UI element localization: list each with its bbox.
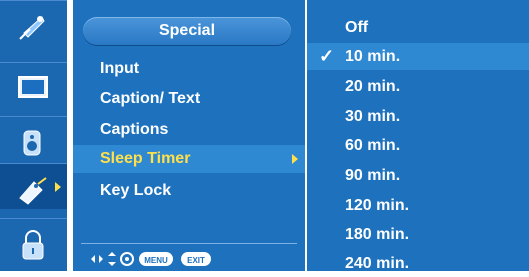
option-label: 120 min. — [345, 197, 410, 214]
menu-item-label: Input — [100, 60, 140, 77]
category-channel[interactable] — [0, 0, 67, 46]
exit-key-label: EXIT — [187, 256, 205, 265]
menu-item-label: Sleep Timer — [100, 150, 191, 167]
menu-item-caption-text[interactable]: Caption/ Text — [73, 85, 305, 113]
special-tag-icon — [19, 177, 47, 205]
screen-icon — [18, 76, 48, 98]
option-off[interactable]: Off — [307, 14, 529, 41]
option-60-min[interactable]: 60 min. — [307, 132, 529, 159]
sleep-timer-options-panel: Off ✓ 10 min. 20 min. 30 min. 60 min. 90… — [305, 0, 529, 272]
menu-key-label: MENU — [144, 256, 168, 265]
option-90-min[interactable]: 90 min. — [307, 162, 529, 189]
option-label: 90 min. — [345, 167, 401, 184]
option-label: 240 min. — [345, 255, 410, 272]
option-label: 10 min. — [345, 48, 401, 65]
category-special[interactable] — [0, 163, 67, 209]
category-lock[interactable] — [0, 218, 67, 264]
menu-help-bar: MENU EXIT — [89, 250, 219, 268]
submenu-arrow-icon — [292, 154, 298, 164]
menu-item-input[interactable]: Input — [73, 55, 305, 83]
left-right-arrows-icon — [91, 255, 103, 263]
special-menu-panel: Special Input Caption/ Text Captions Sle… — [73, 0, 305, 271]
ok-button-icon — [120, 252, 134, 266]
up-down-arrows-icon — [108, 252, 116, 266]
menu-item-key-lock[interactable]: Key Lock — [73, 177, 305, 205]
menu-item-label: Caption/ Text — [100, 90, 201, 107]
tv-osd-menu: Special Input Caption/ Text Captions Sle… — [0, 0, 529, 272]
option-30-min[interactable]: 30 min. — [307, 103, 529, 130]
lock-icon — [22, 230, 44, 260]
speaker-icon — [23, 130, 41, 156]
option-20-min[interactable]: 20 min. — [307, 73, 529, 100]
category-picture[interactable] — [0, 62, 67, 108]
satellite-icon — [19, 16, 45, 40]
option-120-min[interactable]: 120 min. — [307, 192, 529, 219]
option-label: 30 min. — [345, 108, 401, 125]
selected-category-arrow-icon — [55, 182, 61, 192]
category-icon-column — [0, 0, 67, 271]
menu-item-captions[interactable]: Captions — [73, 116, 305, 144]
menu-item-sleep-timer[interactable]: Sleep Timer — [73, 145, 305, 173]
option-label: Off — [345, 19, 369, 36]
option-240-min[interactable]: 240 min. — [307, 250, 529, 277]
option-label: 20 min. — [345, 78, 401, 95]
option-10-min[interactable]: ✓ 10 min. — [307, 43, 529, 70]
option-label: 60 min. — [345, 137, 401, 154]
category-audio[interactable] — [0, 116, 67, 162]
menu-title-pill: Special — [83, 17, 291, 45]
option-label: 180 min. — [345, 226, 410, 243]
menu-item-label: Captions — [100, 121, 169, 138]
checkmark-icon: ✓ — [319, 46, 335, 66]
menu-item-label: Key Lock — [100, 182, 172, 199]
menu-divider — [81, 243, 297, 244]
option-180-min[interactable]: 180 min. — [307, 221, 529, 248]
menu-title: Special — [158, 22, 216, 39]
